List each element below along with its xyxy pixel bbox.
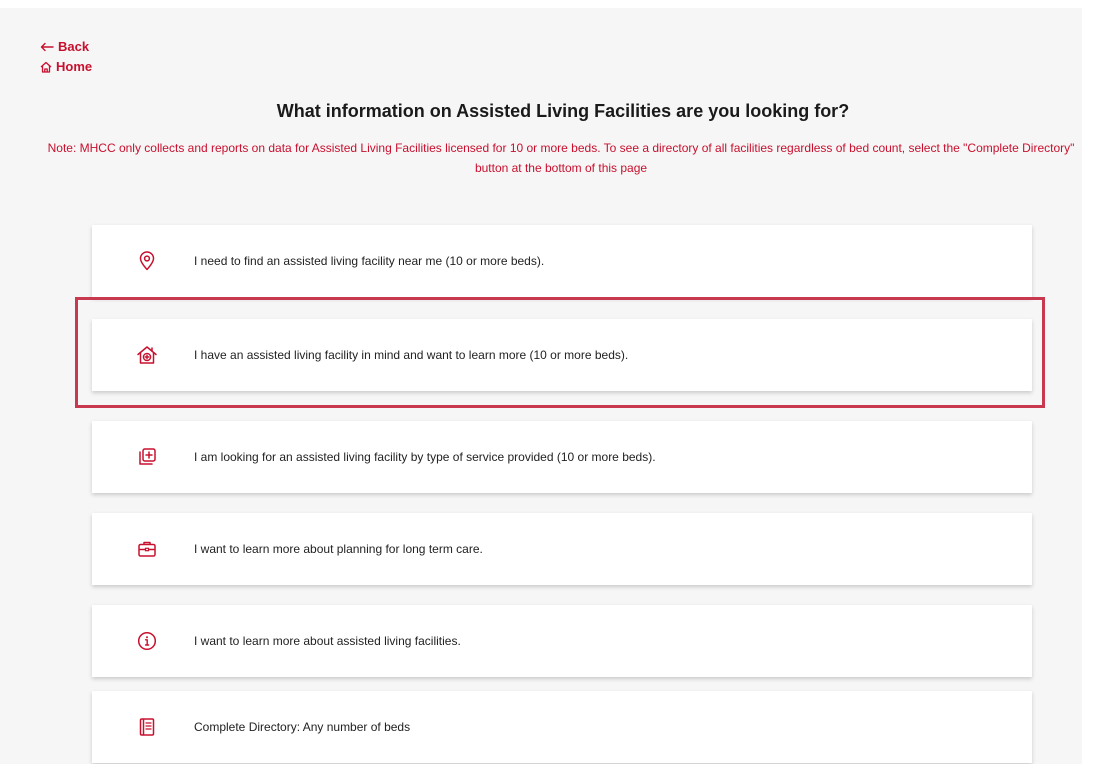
option-facility-in-mind[interactable]: I have an assisted living facility in mi… [92, 319, 1032, 391]
option-label: I want to learn more about assisted livi… [194, 634, 461, 648]
arrow-left-icon [40, 42, 54, 51]
back-link[interactable]: Back [40, 39, 89, 54]
option-label: I need to find an assisted living facili… [194, 254, 545, 268]
page-note: Note: MHCC only collects and reports on … [47, 141, 1075, 175]
option-planning-long-term-care[interactable]: I want to learn more about planning for … [92, 513, 1032, 585]
home-link-label: Home [56, 59, 93, 74]
page-container: Back Home What information on Assisted L… [0, 8, 1082, 764]
option-label: I want to learn more about planning for … [194, 542, 483, 556]
option-type-of-service[interactable]: I am looking for an assisted living faci… [92, 421, 1032, 493]
option-find-facility-near-me[interactable]: I need to find an assisted living facili… [92, 225, 1032, 297]
home-icon [40, 61, 52, 73]
home-link[interactable]: Home [40, 59, 92, 74]
briefcase-icon [136, 538, 158, 560]
option-complete-directory[interactable]: Complete Directory: Any number of beds [92, 691, 1032, 763]
info-circle-icon [136, 630, 158, 652]
house-medical-icon [136, 344, 158, 366]
location-pin-icon [136, 250, 158, 272]
option-label: I have an assisted living facility in mi… [194, 348, 629, 362]
medical-copy-icon [136, 446, 158, 468]
page-title: What information on Assisted Living Faci… [276, 101, 850, 121]
option-learn-about-facilities[interactable]: I want to learn more about assisted livi… [92, 605, 1032, 677]
back-link-label: Back [58, 39, 90, 54]
option-label: Complete Directory: Any number of beds [194, 720, 411, 734]
option-label: I am looking for an assisted living faci… [194, 450, 656, 464]
book-icon [136, 716, 158, 738]
